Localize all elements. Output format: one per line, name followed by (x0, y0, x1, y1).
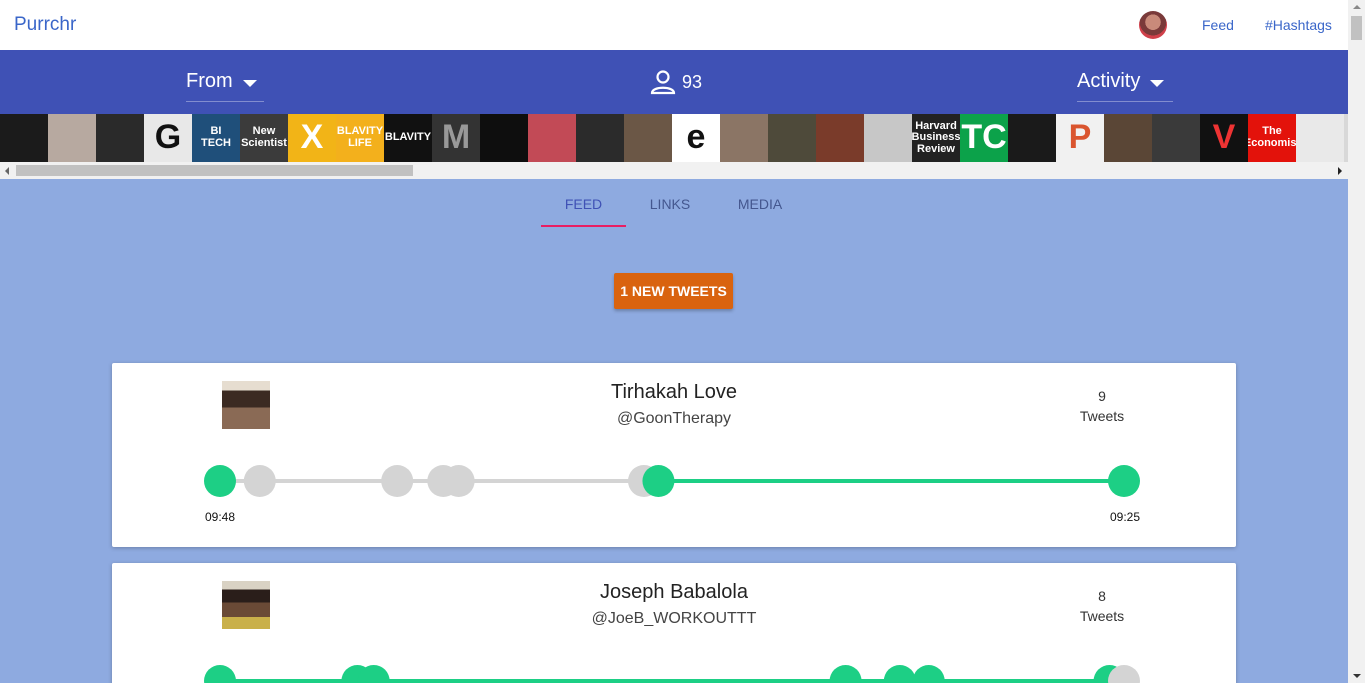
top-navbar: Purrchr Feed #Hashtags (0, 0, 1348, 50)
account-thumbnail[interactable] (0, 114, 48, 162)
tweet-dot[interactable] (204, 465, 236, 497)
activity-timeline (204, 665, 1140, 683)
tweet-dot[interactable] (243, 465, 276, 497)
nav-feed-link[interactable]: Feed (1202, 17, 1234, 33)
tweet-dot[interactable] (642, 465, 675, 497)
account-thumbnail[interactable]: The Economist (1248, 114, 1296, 162)
timeline-end-time: 09:25 (1110, 510, 1141, 524)
tweet-dot[interactable] (1108, 465, 1140, 497)
account-thumbnail[interactable] (1152, 114, 1200, 162)
activity-dropdown-label: Activity (1077, 70, 1141, 92)
tweet-dot[interactable] (442, 465, 475, 497)
account-thumbnail[interactable]: BI TECH (192, 114, 240, 162)
account-thumbnail[interactable] (48, 114, 96, 162)
followed-accounts-strip[interactable]: G BI TECH New Scientist X BLAVITY LIFE BLAVIT… (0, 114, 1348, 162)
user-card[interactable]: Tirhakah Love @GoonTherapy 9 Tweets 09:4… (112, 363, 1236, 547)
tab-links[interactable]: LINKS (636, 196, 704, 212)
user-count-value: 93 (682, 71, 703, 92)
account-thumbnail[interactable]: TC (960, 114, 1008, 162)
account-thumbnail[interactable] (864, 114, 912, 162)
brand-logo[interactable]: Purrchr (14, 14, 76, 36)
account-thumbnail[interactable] (768, 114, 816, 162)
account-thumbnail[interactable] (1104, 114, 1152, 162)
scroll-up-icon[interactable] (1353, 5, 1361, 9)
scrollbar-thumb[interactable] (16, 165, 413, 176)
tab-active-indicator (541, 225, 626, 227)
horizontal-scrollbar[interactable] (0, 162, 1348, 179)
filter-bar: From 93 Activity (0, 50, 1348, 114)
nav-hashtags-link[interactable]: #Hashtags (1265, 17, 1332, 33)
from-dropdown-label: From (186, 70, 233, 92)
account-thumbnail[interactable]: BLAVITY (384, 114, 432, 162)
account-thumbnail[interactable] (720, 114, 768, 162)
activity-dropdown[interactable]: Activity (1077, 70, 1173, 102)
chevron-down-icon (1150, 79, 1165, 87)
account-thumbnail[interactable] (816, 114, 864, 162)
account-thumbnail[interactable]: G (144, 114, 192, 162)
person-icon (650, 70, 676, 95)
user-avatar[interactable] (1139, 11, 1167, 39)
vertical-scrollbar[interactable] (1348, 0, 1365, 683)
account-thumbnail[interactable]: V (1200, 114, 1248, 162)
new-tweets-button[interactable]: 1 NEW TWEETS (614, 273, 733, 309)
scroll-down-icon[interactable] (1353, 674, 1361, 678)
tab-media[interactable]: MEDIA (722, 196, 798, 212)
tweet-dot[interactable] (204, 665, 236, 683)
scroll-left-icon[interactable] (5, 167, 9, 175)
account-thumbnail[interactable] (96, 114, 144, 162)
account-thumbnail[interactable]: P (1056, 114, 1104, 162)
from-dropdown[interactable]: From (186, 70, 264, 102)
account-thumbnail[interactable] (1296, 114, 1344, 162)
activity-timeline (204, 465, 1140, 497)
account-thumbnail[interactable]: e (672, 114, 720, 162)
account-thumbnail[interactable] (624, 114, 672, 162)
tweet-dot[interactable] (381, 465, 414, 497)
account-thumbnail[interactable] (576, 114, 624, 162)
account-thumbnail[interactable] (528, 114, 576, 162)
user-count: 93 (650, 69, 702, 95)
scrollbar-thumb[interactable] (1351, 16, 1362, 40)
account-thumbnail[interactable]: BLAVITY LIFE (336, 114, 384, 162)
chevron-down-icon (242, 79, 257, 87)
account-thumbnail[interactable]: Harvard Business Review (912, 114, 960, 162)
account-thumbnail[interactable] (480, 114, 528, 162)
scroll-right-icon[interactable] (1338, 167, 1342, 175)
tweet-dot[interactable] (883, 665, 916, 683)
account-thumbnail[interactable]: New Scientist (240, 114, 288, 162)
timeline-start-time: 09:48 (205, 510, 236, 524)
account-thumbnail[interactable]: M (432, 114, 480, 162)
tweet-dot[interactable] (912, 665, 945, 683)
tweet-dot[interactable] (829, 665, 862, 683)
account-thumbnail[interactable]: X (288, 114, 336, 162)
user-card[interactable]: Joseph Babalola @JoeB_WORKOUTTT 8 Tweets (112, 563, 1236, 683)
tab-feed[interactable]: FEED (541, 196, 626, 212)
account-thumbnail[interactable] (1008, 114, 1056, 162)
